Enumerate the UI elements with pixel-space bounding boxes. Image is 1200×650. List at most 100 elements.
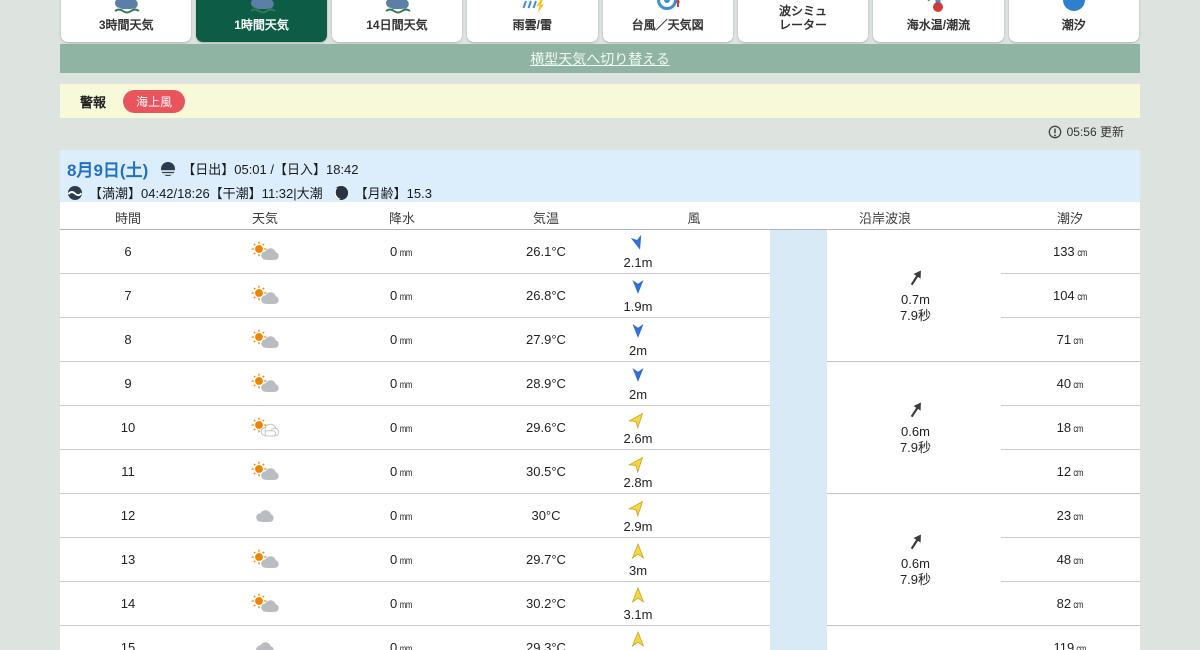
wind-speed: 2.9m (623, 519, 653, 534)
wave-height: 0.6m (901, 423, 930, 439)
temp-cell: 29.6°C (526, 420, 566, 435)
wind-direction-arrow-icon (630, 368, 646, 387)
wave-sim-icon (788, 0, 818, 1)
wind-speed: 2.6m (623, 431, 653, 446)
tab-1hour-weather[interactable]: 1時間天気 (196, 0, 327, 42)
sun-behind-cloud-icon (245, 362, 285, 406)
wave-direction-arrow-icon (906, 532, 926, 556)
wave-period: 7.9秒 (899, 308, 932, 324)
wind-cell: 2.1m (608, 234, 668, 270)
typhoon-icon (653, 0, 683, 15)
cloud-sun-icon (247, 0, 277, 15)
temp-cell: 30.5°C (526, 464, 566, 479)
sun-behind-cloud-icon (245, 582, 285, 626)
temp-cell: 30.2°C (526, 596, 566, 611)
alert-badge-sea-wind[interactable]: 海上風 (123, 89, 186, 113)
wave-height: 0.7m (901, 291, 930, 307)
precip-cell: 0 mm (390, 420, 413, 435)
tab-wave-simulator[interactable]: 波シミュ レーター (737, 0, 869, 42)
sun-behind-cloud-icon (245, 230, 285, 274)
temp-cell: 28.9°C (526, 376, 566, 391)
wind-cell: 2m (608, 367, 668, 402)
wind-cell: 3.1m (608, 586, 668, 622)
column-header-2: 天気 (251, 211, 278, 226)
sun-with-cloud-icon (245, 406, 285, 450)
temp-cell: 26.1°C (526, 244, 566, 259)
wind-cell: 3m (608, 542, 668, 578)
wind-cell: 1.9m (608, 279, 668, 314)
wind-direction-arrow-icon (630, 280, 646, 299)
wind-direction-arrow-icon (627, 412, 646, 431)
sunrise-sunset-label: 【日出】05:01 /【日入】18:42 (182, 162, 359, 177)
alert-label: 警報 (80, 94, 107, 110)
cloud-sun-icon (111, 0, 141, 15)
wind-cell (608, 630, 668, 650)
temp-cell: 29.3°C (526, 640, 566, 650)
time-cell: 8 (124, 332, 132, 347)
tab-tide[interactable]: 潮汐 (1008, 0, 1139, 42)
switch-to-horizontal-link[interactable]: 横型天気へ切り替える (530, 49, 670, 69)
precip-cell: 0 mm (390, 376, 413, 391)
time-cell: 6 (124, 244, 132, 259)
layout-switch-bar: 横型天気へ切り替える (60, 44, 1140, 73)
tab-sea-temp-current[interactable]: 海水温/潮流 (873, 0, 1004, 42)
wave-period: 7.9秒 (899, 572, 932, 588)
coastal-wave-cell: 0.6m 7.9秒 (770, 494, 1061, 626)
precip-cell: 0 mm (390, 552, 413, 567)
forecast-table: 時間 天気 降水 気温風沿岸波浪 潮汐 6 0 mm 26.1°C 2.1m 133 cm … (60, 202, 1140, 650)
time-cell: 14 (120, 596, 136, 611)
wind-cell: 2.6m (608, 411, 668, 446)
coastal-wave-cell: 0.6m 7.9秒 (770, 362, 1061, 494)
wind-speed: 1.9m (623, 299, 653, 314)
wind-speed: 2.8m (623, 475, 653, 490)
sun-behind-cloud-icon (245, 538, 285, 582)
wind-direction-arrow-icon (630, 586, 646, 607)
wave-direction-arrow-icon (906, 268, 926, 292)
coastal-wave-cell (770, 626, 1061, 650)
date-header: 8月9日(土) 【日出】05:01 /【日入】18:42 【満潮】04:42/1… (60, 150, 1140, 202)
sun-behind-cloud-icon (245, 450, 285, 494)
time-cell: 9 (124, 376, 132, 391)
tab-3hour-weather[interactable]: 3時間天気 (61, 0, 192, 42)
tide-times-label: 【満潮】04:42/18:26【干潮】11:32|大潮 (89, 186, 323, 201)
wave-direction-arrow-icon (906, 400, 926, 424)
rain-lightning-icon (517, 0, 547, 15)
time-cell: 12 (120, 508, 136, 523)
sun-behind-cloud-icon (245, 274, 285, 318)
moon-icon (333, 185, 348, 200)
tab-label: 台風／天気図 (631, 18, 704, 33)
tab-14day-weather[interactable]: 14日間天気 (331, 0, 463, 42)
wind-speed: 2m (628, 343, 648, 358)
tide-moon-icon (1059, 0, 1089, 15)
cloud-sun-icon (382, 0, 412, 15)
table-header-row: 時間 天気 降水 気温 風 沿岸波浪 潮汐 (60, 202, 1140, 230)
sun-behind-cloud-icon (245, 318, 285, 362)
tab-label: 雨雲/雷 (512, 18, 552, 33)
tab-label: 波シミュ レーター (779, 3, 828, 33)
wind-speed: 3m (628, 563, 648, 578)
cloud-icon (245, 494, 285, 538)
time-cell: 10 (120, 420, 136, 435)
wind-direction-arrow-icon (630, 324, 646, 343)
wind-speed: 2m (628, 387, 648, 402)
wind-direction-arrow-icon (630, 542, 646, 563)
precip-cell: 0 mm (390, 244, 413, 259)
tab-label: 1時間天気 (234, 18, 289, 33)
precip-cell: 0 mm (390, 332, 413, 347)
tab-rain-cloud-radar[interactable]: 雨雲/雷 (467, 0, 598, 42)
time-cell: 11 (121, 464, 135, 479)
wind-cell: 2.8m (608, 455, 668, 490)
wind-speed: 2.1m (623, 255, 653, 270)
tab-label: 3時間天気 (98, 18, 154, 33)
precip-cell: 0 mm (390, 464, 413, 479)
coastal-wave-cell: 0.7m 7.9秒 (770, 230, 1061, 362)
tab-typhoon-weather-map[interactable]: 台風／天気図 (602, 0, 733, 42)
column-header-5: 風 (687, 211, 701, 226)
wind-speed: 3.1m (623, 607, 653, 622)
wind-cell: 2m (608, 323, 668, 358)
tab-label: 潮汐 (1061, 18, 1086, 33)
wave-height: 0.6m (901, 555, 930, 571)
wind-direction-arrow-icon (627, 500, 646, 519)
cloud-icon (245, 626, 285, 650)
column-header-7: 潮汐 (1056, 211, 1083, 226)
